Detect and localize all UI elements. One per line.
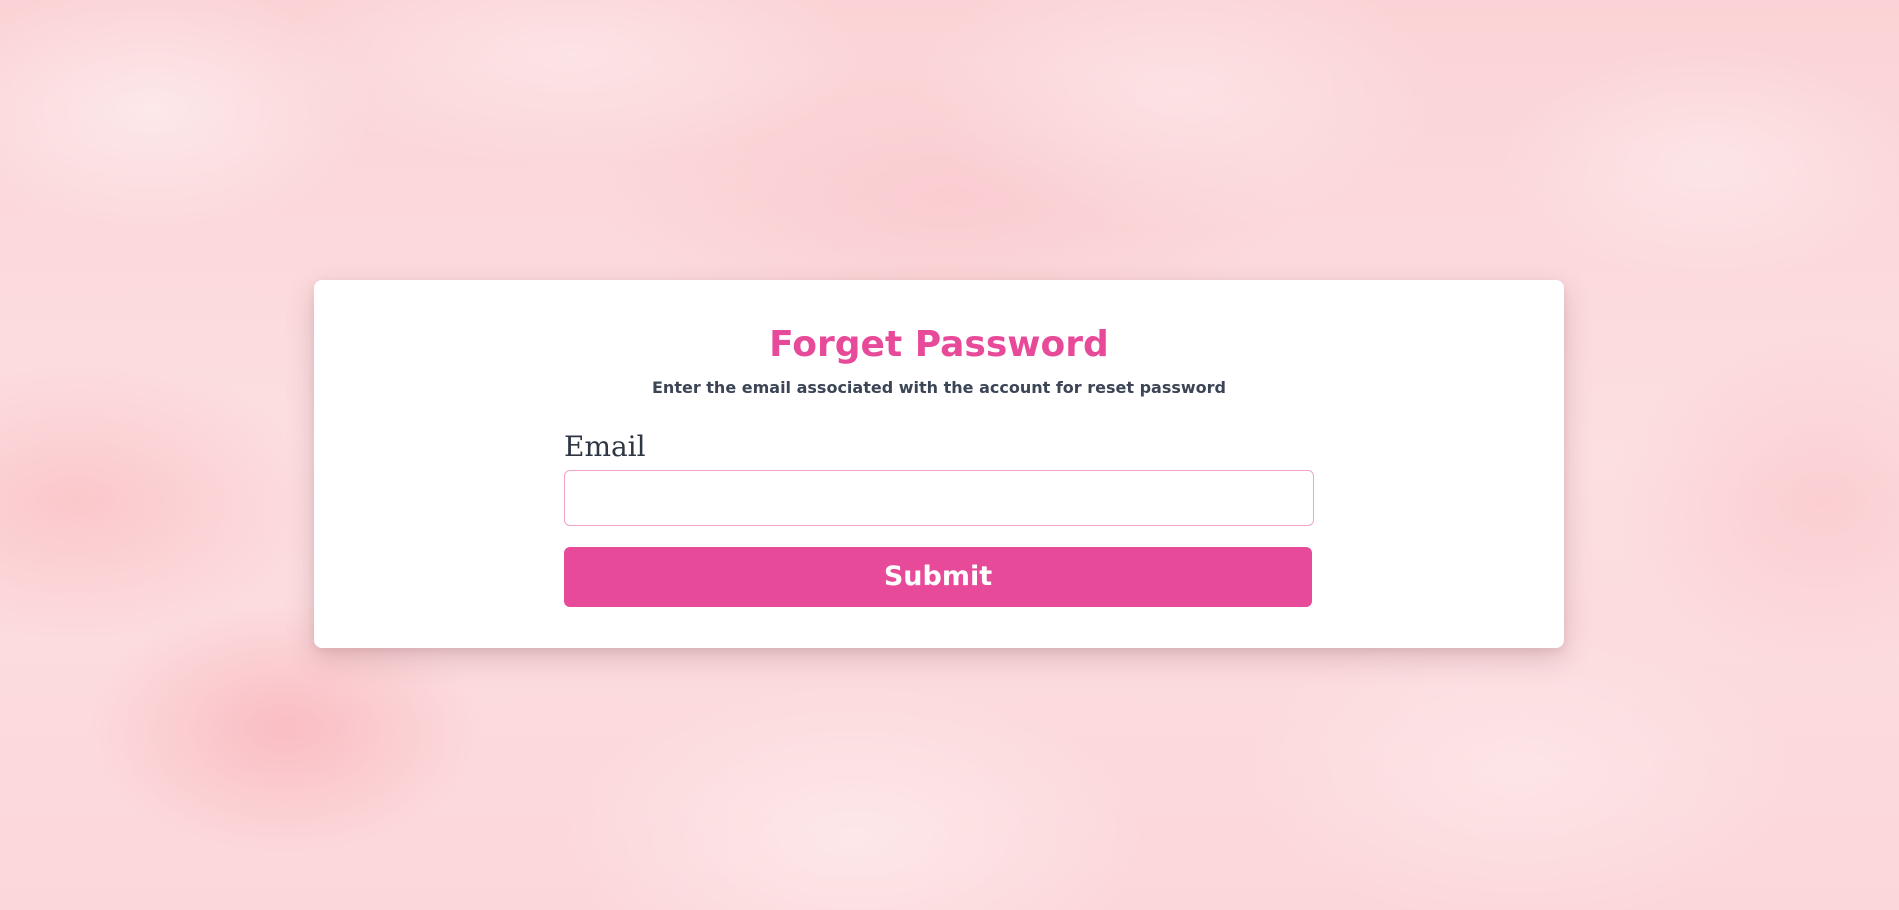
page-title: Forget Password — [769, 324, 1109, 365]
page-subtitle: Enter the email associated with the acco… — [652, 378, 1226, 397]
email-field[interactable] — [564, 470, 1314, 526]
submit-button[interactable]: Submit — [564, 547, 1312, 607]
email-label: Email — [564, 430, 646, 463]
forget-password-card: Forget Password Enter the email associat… — [314, 280, 1564, 648]
